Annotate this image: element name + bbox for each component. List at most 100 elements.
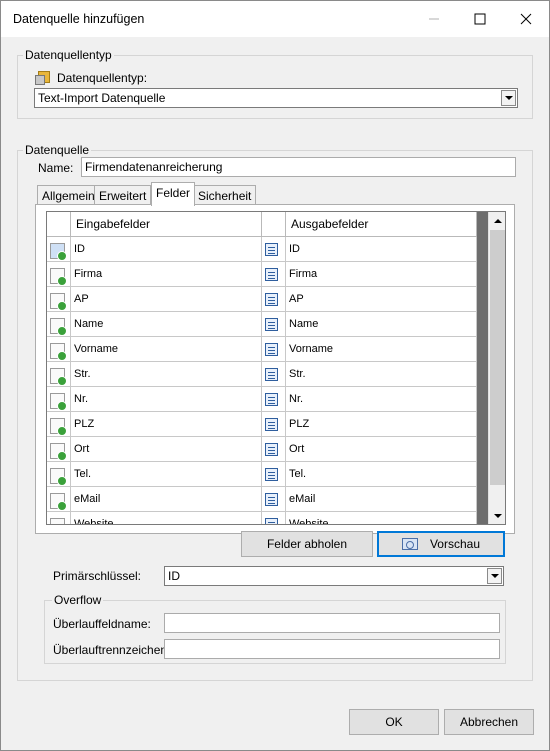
maximize-button[interactable] bbox=[457, 1, 503, 37]
table-row[interactable]: AP AP bbox=[47, 287, 477, 312]
row-header-cell[interactable] bbox=[47, 362, 71, 386]
input-field-cell[interactable]: AP bbox=[71, 287, 262, 311]
row-header-cell[interactable] bbox=[47, 487, 71, 511]
row-header-cell[interactable] bbox=[47, 462, 71, 486]
table-row[interactable]: eMail eMail bbox=[47, 487, 477, 512]
input-field-cell[interactable]: ID bbox=[71, 237, 262, 261]
output-field-icon bbox=[265, 343, 278, 356]
input-field-cell[interactable]: Vorname bbox=[71, 337, 262, 361]
input-field-cell[interactable]: Str. bbox=[71, 362, 262, 386]
input-field-cell[interactable]: PLZ bbox=[71, 412, 262, 436]
table-row[interactable]: Name Name bbox=[47, 312, 477, 337]
output-field-cell[interactable]: ID bbox=[286, 237, 477, 261]
table-row[interactable]: Firma Firma bbox=[47, 262, 477, 287]
datasource-type-select[interactable]: Text-Import Datenquelle bbox=[34, 88, 518, 108]
output-field-cell[interactable]: eMail bbox=[286, 487, 477, 511]
table-row[interactable]: PLZ PLZ bbox=[47, 412, 477, 437]
column-header-output-label: Ausgabefelder bbox=[291, 217, 369, 231]
maximize-icon bbox=[474, 13, 486, 25]
input-field-cell[interactable]: Nr. bbox=[71, 387, 262, 411]
output-icon-cell bbox=[262, 487, 286, 511]
input-field-name: Ort bbox=[74, 443, 90, 455]
row-header-cell[interactable] bbox=[47, 512, 71, 524]
output-field-cell[interactable]: Ort bbox=[286, 437, 477, 461]
row-header-cell[interactable] bbox=[47, 387, 71, 411]
output-icon-cell bbox=[262, 312, 286, 336]
tab-felder[interactable]: Felder bbox=[151, 182, 196, 206]
output-field-cell[interactable]: Website bbox=[286, 512, 477, 525]
table-row[interactable]: Nr. Nr. bbox=[47, 387, 477, 412]
output-field-cell[interactable]: Name bbox=[286, 312, 477, 336]
tab-sicherheit[interactable]: Sicherheit bbox=[193, 185, 257, 205]
scroll-up-button[interactable] bbox=[489, 212, 505, 229]
output-field-cell[interactable]: Firma bbox=[286, 262, 477, 286]
output-field-cell[interactable]: PLZ bbox=[286, 412, 477, 436]
output-field-icon bbox=[265, 443, 278, 456]
table-row[interactable]: Website Website bbox=[47, 512, 477, 525]
row-header-cell[interactable] bbox=[47, 337, 71, 361]
name-label: Name: bbox=[38, 161, 74, 175]
input-field-icon bbox=[50, 468, 67, 486]
row-header-cell[interactable] bbox=[47, 237, 71, 261]
chevron-down-icon[interactable] bbox=[487, 568, 502, 584]
input-field-cell[interactable]: Firma bbox=[71, 262, 262, 286]
scroll-thumb[interactable] bbox=[490, 230, 505, 485]
scroll-down-button[interactable] bbox=[489, 507, 505, 524]
overflow-group-label: Overflow bbox=[52, 593, 104, 607]
input-field-icon bbox=[50, 493, 67, 511]
input-field-cell[interactable]: Tel. bbox=[71, 462, 262, 486]
table-row[interactable]: ID ID bbox=[47, 237, 477, 262]
output-field-cell[interactable]: Str. bbox=[286, 362, 477, 386]
overflow-separator-label: Überlauftrennzeichen: bbox=[53, 643, 171, 657]
output-field-cell[interactable]: Vorname bbox=[286, 337, 477, 361]
input-field-cell[interactable]: Name bbox=[71, 312, 262, 336]
tab-erweitert[interactable]: Erweitert bbox=[94, 185, 152, 205]
output-icon-cell bbox=[262, 337, 286, 361]
preview-button[interactable]: Vorschau bbox=[377, 531, 505, 557]
row-header-cell[interactable] bbox=[47, 262, 71, 286]
output-icon-cell bbox=[262, 287, 286, 311]
output-icon-cell bbox=[262, 362, 286, 386]
row-header-cell[interactable] bbox=[47, 287, 71, 311]
fetch-fields-button[interactable]: Felder abholen bbox=[241, 531, 373, 557]
ok-button[interactable]: OK bbox=[349, 709, 439, 735]
output-icon-cell bbox=[262, 412, 286, 436]
table-row[interactable]: Tel. Tel. bbox=[47, 462, 477, 487]
name-field[interactable]: Firmendatenanreicherung bbox=[81, 157, 516, 177]
output-field-name: Vorname bbox=[289, 343, 334, 355]
output-field-cell[interactable]: Nr. bbox=[286, 387, 477, 411]
fields-grid[interactable]: Eingabefelder Ausgabefelder ID ID Firma Fir… bbox=[46, 211, 506, 525]
chevron-down-icon[interactable] bbox=[501, 90, 516, 106]
minimize-button[interactable] bbox=[411, 1, 457, 37]
close-button[interactable] bbox=[503, 1, 549, 37]
output-field-cell[interactable]: AP bbox=[286, 287, 477, 311]
overflow-field-name-input[interactable] bbox=[164, 613, 500, 633]
output-field-name: Website bbox=[289, 518, 329, 525]
row-header-cell[interactable] bbox=[47, 437, 71, 461]
input-field-icon bbox=[50, 418, 67, 436]
output-icon-cell bbox=[262, 462, 286, 486]
input-field-name: ID bbox=[74, 243, 85, 255]
output-icon-cell bbox=[262, 387, 286, 411]
input-field-cell[interactable]: Website bbox=[71, 512, 262, 525]
cancel-button[interactable]: Abbrechen bbox=[444, 709, 534, 735]
input-field-name: Nr. bbox=[74, 393, 89, 405]
row-header-cell[interactable] bbox=[47, 412, 71, 436]
tab-allgemein[interactable]: Allgemein bbox=[37, 185, 100, 205]
preview-icon bbox=[401, 538, 418, 550]
datasource-group-label: Datenquelle bbox=[23, 143, 92, 157]
table-row[interactable]: Str. Str. bbox=[47, 362, 477, 387]
column-header-output[interactable]: Ausgabefelder bbox=[286, 212, 477, 236]
input-field-cell[interactable]: eMail bbox=[71, 487, 262, 511]
output-field-cell[interactable]: Tel. bbox=[286, 462, 477, 486]
column-header-input[interactable]: Eingabefelder bbox=[71, 212, 262, 236]
overflow-separator-input[interactable] bbox=[164, 639, 500, 659]
output-field-name: Firma bbox=[289, 268, 318, 280]
input-field-name: Website bbox=[74, 518, 114, 525]
table-row[interactable]: Vorname Vorname bbox=[47, 337, 477, 362]
table-row[interactable]: Ort Ort bbox=[47, 437, 477, 462]
grid-scrollbar[interactable] bbox=[488, 212, 505, 524]
row-header-cell[interactable] bbox=[47, 312, 71, 336]
input-field-cell[interactable]: Ort bbox=[71, 437, 262, 461]
primary-key-select[interactable]: ID bbox=[164, 566, 504, 586]
